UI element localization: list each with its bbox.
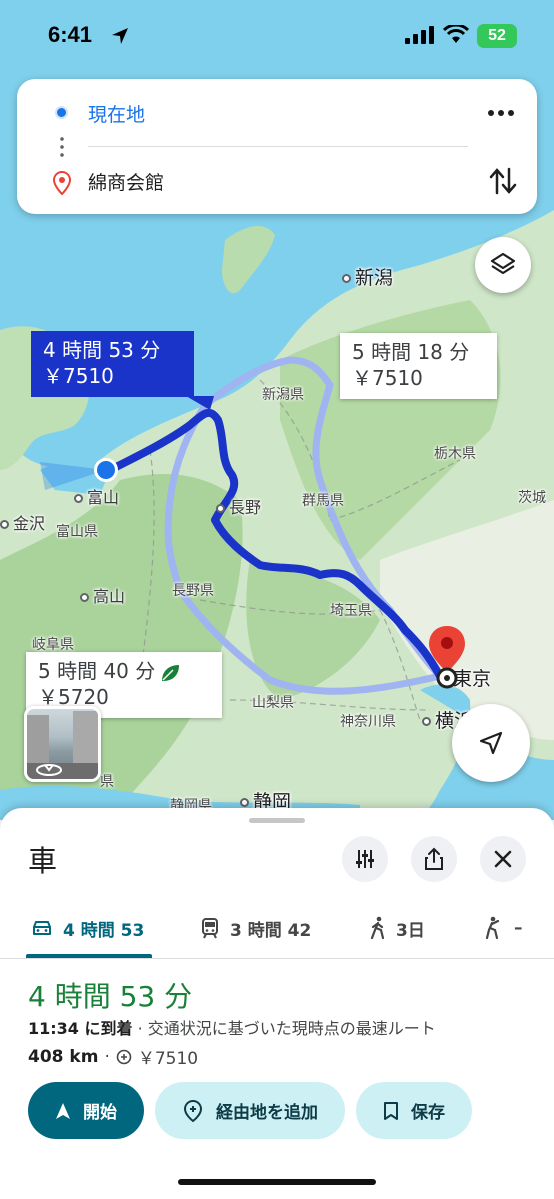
layers-icon bbox=[490, 252, 516, 275]
travel-mode-tabs: 4 時間 53 3 時間 42 3日 – bbox=[0, 903, 554, 959]
pref-kanagawa: 神奈川県 bbox=[340, 714, 396, 730]
origin-field[interactable]: 現在地 bbox=[88, 100, 145, 127]
cellular-signal-icon bbox=[405, 26, 434, 44]
walk-icon bbox=[370, 916, 385, 940]
eco-leaf-icon bbox=[162, 664, 180, 681]
pref-nagano: 長野県 bbox=[172, 583, 214, 599]
navigation-start-icon bbox=[56, 1102, 70, 1119]
more-options-icon[interactable] bbox=[483, 101, 519, 125]
train-icon bbox=[202, 918, 218, 939]
place-ibaraki: 茨城 bbox=[518, 490, 546, 506]
close-icon bbox=[494, 850, 512, 868]
pref-tochigi: 栃木県 bbox=[434, 446, 476, 462]
pref-toyama: 富山県 bbox=[56, 524, 98, 540]
origin-marker-icon[interactable] bbox=[92, 456, 120, 484]
battery-indicator: 52 bbox=[477, 24, 517, 48]
route-bubble-alt-1[interactable]: 5 時間 18 分 ￥7510 bbox=[340, 333, 497, 399]
pref-yamanashi: 山梨県 bbox=[252, 695, 294, 711]
origin-dot-icon bbox=[55, 106, 68, 119]
tune-icon bbox=[356, 850, 374, 868]
place-niigata[interactable]: 新潟 bbox=[342, 263, 393, 290]
swap-directions-icon[interactable] bbox=[487, 165, 519, 197]
save-route-button[interactable]: 保存 bbox=[356, 1082, 472, 1139]
bike-icon bbox=[485, 916, 500, 940]
place-kanazawa[interactable]: 金沢 bbox=[0, 510, 45, 534]
directions-search-card: 現在地 綿商会館 bbox=[17, 79, 537, 214]
route-distance: 408 km bbox=[28, 1046, 99, 1067]
tab-label: 4 時間 53 bbox=[63, 920, 145, 941]
status-time: 6:41 bbox=[48, 22, 93, 47]
destination-field[interactable]: 綿商会館 bbox=[88, 168, 164, 195]
separator: · bbox=[104, 1046, 110, 1067]
add-stop-button[interactable]: 経由地を追加 bbox=[155, 1082, 345, 1139]
street-view-thumbnail[interactable] bbox=[24, 706, 101, 782]
tab-transit[interactable]: 3 時間 42 bbox=[200, 913, 311, 943]
pref-gifu: 岐阜県 bbox=[32, 637, 74, 653]
field-divider bbox=[88, 146, 468, 147]
route-toll: ￥7510 bbox=[43, 364, 114, 388]
tab-driving[interactable]: 4 時間 53 bbox=[31, 913, 144, 943]
sheet-title: 車 bbox=[28, 844, 58, 878]
button-label: 開始 bbox=[83, 1103, 117, 1123]
active-tab-indicator bbox=[26, 954, 152, 958]
start-navigation-button[interactable]: 開始 bbox=[28, 1082, 144, 1139]
status-bar: 6:41 52 bbox=[0, 0, 554, 72]
route-duration: 4 時間 53 分 bbox=[28, 980, 193, 1013]
destination-pin-icon bbox=[53, 171, 71, 195]
destination-pin-icon[interactable] bbox=[427, 624, 467, 690]
directions-bottom-sheet: 車 4 時間 53 3 時間 42 3日 – 4 時間 53 分 11:34 に… bbox=[0, 808, 554, 1199]
location-arrow-icon bbox=[112, 28, 128, 44]
route-time: 4 時間 53 分 bbox=[43, 338, 161, 362]
pref-saitama: 埼玉県 bbox=[330, 603, 372, 619]
add-location-icon bbox=[183, 1099, 203, 1122]
place-nagano[interactable]: 長野 bbox=[216, 494, 261, 518]
place-takayama[interactable]: 高山 bbox=[80, 583, 125, 607]
arrival-info: 11:34 に到着 · 交通状況に基づいた現時点の最速ルート bbox=[28, 1015, 436, 1039]
share-icon bbox=[425, 847, 443, 870]
route-toll-amount: ￥7510 bbox=[137, 1049, 199, 1069]
tab-label: 3日 bbox=[396, 920, 425, 941]
street-view-rotate-icon bbox=[36, 764, 62, 776]
tab-label: – bbox=[514, 918, 523, 938]
connector-dots bbox=[60, 135, 64, 159]
tab-label: 3 時間 42 bbox=[230, 920, 312, 941]
toll-icon bbox=[116, 1049, 132, 1064]
wifi-icon bbox=[443, 25, 469, 43]
recenter-button[interactable] bbox=[452, 704, 530, 782]
share-button[interactable] bbox=[411, 836, 457, 882]
route-note: · 交通状況に基づいた現時点の最速ルート bbox=[132, 1019, 436, 1038]
pref-niigata: 新潟県 bbox=[262, 387, 304, 403]
close-button[interactable] bbox=[480, 836, 526, 882]
button-label: 保存 bbox=[411, 1103, 445, 1123]
route-time: 5 時間 40 分 bbox=[38, 659, 156, 683]
pref-fragment: 県 bbox=[100, 774, 114, 790]
route-time: 5 時間 18 分 bbox=[352, 340, 470, 364]
distance-toll-info: 408 km · ￥7510 bbox=[28, 1044, 199, 1070]
route-toll: ￥7510 bbox=[352, 366, 423, 390]
layers-button[interactable] bbox=[475, 237, 531, 293]
button-label: 経由地を追加 bbox=[216, 1103, 318, 1123]
arrival-time: 11:34 に到着 bbox=[28, 1019, 133, 1038]
car-icon bbox=[33, 921, 51, 935]
pref-gunma: 群馬県 bbox=[302, 493, 344, 509]
tab-ride[interactable]: – bbox=[482, 913, 523, 943]
route-options-button[interactable] bbox=[342, 836, 388, 882]
navigation-arrow-icon bbox=[479, 731, 503, 755]
bookmark-icon bbox=[384, 1101, 398, 1120]
place-toyama[interactable]: 富山 bbox=[74, 484, 119, 508]
sheet-drag-handle[interactable] bbox=[249, 818, 305, 823]
route-bubble-selected[interactable]: 4 時間 53 分 ￥7510 bbox=[31, 331, 194, 397]
bubble-pointer bbox=[186, 396, 214, 410]
tab-walking[interactable]: 3日 bbox=[368, 913, 425, 943]
home-indicator[interactable] bbox=[178, 1179, 376, 1185]
